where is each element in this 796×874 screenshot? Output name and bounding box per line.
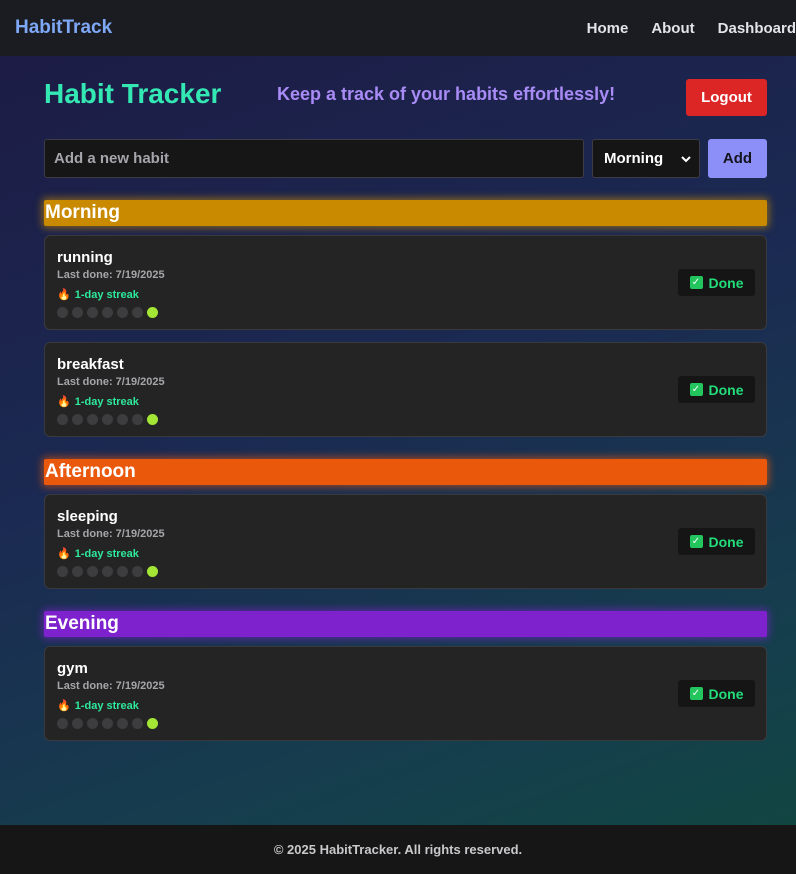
history-dot-done [147, 414, 158, 425]
history-dot-empty [132, 566, 143, 577]
history-dot-empty [87, 307, 98, 318]
history-dot-done [147, 566, 158, 577]
nav-links: Home About Dashboard [587, 20, 796, 37]
history-dot-empty [102, 566, 113, 577]
history-dot-empty [87, 414, 98, 425]
page-header: Habit Tracker Keep a track of your habit… [44, 56, 767, 139]
time-of-day-select[interactable]: Morning [592, 139, 700, 178]
habit-history-dots [57, 307, 158, 318]
habit-streak-label: 1-day streak [74, 395, 139, 408]
history-dot-empty [72, 718, 83, 729]
section-header: Morning [44, 200, 767, 226]
checkmark-icon: ✓ [689, 383, 703, 396]
done-button-label: Done [708, 533, 744, 550]
flame-icon: 🔥 [57, 700, 71, 712]
section-header: Evening [44, 611, 767, 637]
page-title: Habit Tracker [44, 78, 222, 109]
history-dot-empty [72, 307, 83, 318]
footer-copyright: © 2025 HabitTracker. All rights reserved… [273, 842, 523, 857]
flame-icon: 🔥 [57, 548, 71, 560]
checkmark-icon: ✓ [689, 276, 703, 289]
page-subtitle: Keep a track of your habits effortlessly… [277, 84, 616, 104]
habit-section-evening: Evening gym Last done: 7/19/2025 🔥 1-day str… [44, 611, 767, 741]
history-dot-empty [57, 566, 68, 577]
flame-icon: 🔥 [57, 396, 71, 408]
habit-name: running [57, 249, 113, 266]
history-dot-empty [117, 307, 128, 318]
history-dot-empty [102, 307, 113, 318]
history-dot-empty [117, 566, 128, 577]
add-habit-form: Morning Add [44, 139, 767, 200]
history-dot-empty [57, 414, 68, 425]
habit-card: running Last done: 7/19/2025 🔥 1-day streak… [44, 235, 767, 330]
done-button[interactable]: ✓ Done [678, 680, 755, 707]
habit-history-dots [57, 566, 158, 577]
flame-icon: 🔥 [57, 289, 71, 301]
done-button[interactable]: ✓ Done [678, 376, 755, 403]
habit-streak: 🔥 1-day streak [57, 395, 139, 409]
history-dot-empty [117, 718, 128, 729]
habit-card: breakfast Last done: 7/19/2025 🔥 1-day stre… [44, 342, 767, 437]
habit-name: gym [57, 660, 88, 677]
habit-history-dots [57, 414, 158, 425]
habit-streak-label: 1-day streak [74, 699, 139, 712]
history-dot-empty [72, 414, 83, 425]
nav-link-dashboard[interactable]: Dashboard [718, 20, 796, 37]
done-button-label: Done [708, 685, 744, 702]
section-header: Afternoon [44, 459, 767, 485]
history-dot-empty [87, 718, 98, 729]
history-dot-empty [57, 307, 68, 318]
nav-link-about[interactable]: About [651, 20, 694, 37]
history-dot-empty [102, 414, 113, 425]
main-container: Habit Tracker Keep a track of your habit… [44, 56, 767, 741]
add-habit-button[interactable]: Add [708, 139, 767, 178]
habit-name: sleeping [57, 508, 118, 525]
time-of-day-selected: Morning [604, 150, 664, 167]
logout-button[interactable]: Logout [686, 79, 767, 116]
done-button[interactable]: ✓ Done [678, 528, 755, 555]
habit-section-morning: Morning running Last done: 7/19/2025 🔥 1-day… [44, 200, 767, 437]
navbar: HabitTrack Home About Dashboard [0, 0, 796, 56]
done-button-label: Done [708, 274, 744, 291]
habit-name: breakfast [57, 356, 124, 373]
habit-section-afternoon: Afternoon sleeping Last done: 7/19/2025 🔥 1-… [44, 459, 767, 589]
history-dot-done [147, 307, 158, 318]
history-dot-empty [117, 414, 128, 425]
done-button-label: Done [708, 381, 744, 398]
done-button[interactable]: ✓ Done [678, 269, 755, 296]
history-dot-empty [57, 718, 68, 729]
checkmark-icon: ✓ [689, 687, 703, 700]
habit-streak: 🔥 1-day streak [57, 699, 139, 713]
history-dot-empty [72, 566, 83, 577]
checkmark-icon: ✓ [689, 535, 703, 548]
chevron-down-icon [681, 155, 691, 162]
habit-last-done: Last done: 7/19/2025 [57, 269, 165, 281]
habit-last-done: Last done: 7/19/2025 [57, 376, 165, 388]
habit-history-dots [57, 718, 158, 729]
habit-last-done: Last done: 7/19/2025 [57, 528, 165, 540]
habit-streak-label: 1-day streak [74, 547, 139, 560]
nav-link-home[interactable]: Home [587, 20, 629, 37]
habit-card: sleeping Last done: 7/19/2025 🔥 1-day strea… [44, 494, 767, 589]
habit-streak: 🔥 1-day streak [57, 547, 139, 561]
history-dot-empty [87, 566, 98, 577]
habit-card: gym Last done: 7/19/2025 🔥 1-day streak ✓ Don… [44, 646, 767, 741]
habit-sections: Morning running Last done: 7/19/2025 🔥 1-day… [44, 200, 767, 741]
habit-streak: 🔥 1-day streak [57, 288, 139, 302]
history-dot-done [147, 718, 158, 729]
new-habit-input[interactable] [44, 139, 584, 178]
footer: © 2025 HabitTracker. All rights reserved… [0, 825, 796, 874]
brand-logo[interactable]: HabitTrack [15, 17, 112, 39]
habit-streak-label: 1-day streak [74, 288, 139, 301]
habit-last-done: Last done: 7/19/2025 [57, 680, 165, 692]
history-dot-empty [132, 718, 143, 729]
history-dot-empty [132, 307, 143, 318]
history-dot-empty [132, 414, 143, 425]
history-dot-empty [102, 718, 113, 729]
